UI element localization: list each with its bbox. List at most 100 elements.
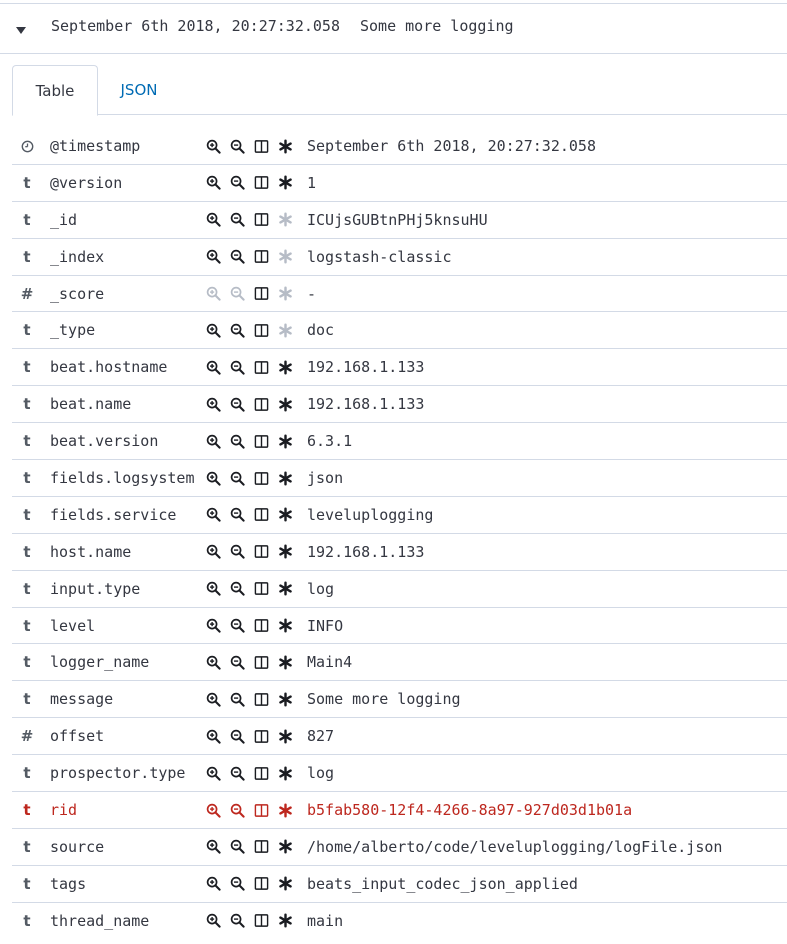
- toggle-column-icon[interactable]: [253, 175, 269, 191]
- filter-out-value-icon[interactable]: [229, 433, 245, 449]
- filter-exists-icon[interactable]: [277, 581, 293, 597]
- filter-exists-icon[interactable]: [277, 544, 293, 560]
- filter-out-value-icon[interactable]: [229, 470, 245, 486]
- filter-for-value-icon[interactable]: [205, 802, 221, 818]
- filter-exists-icon[interactable]: [277, 396, 293, 412]
- toggle-column-icon[interactable]: [253, 507, 269, 523]
- toggle-column-icon[interactable]: [253, 286, 269, 302]
- filter-out-value-icon[interactable]: [229, 544, 245, 560]
- filter-for-value-icon[interactable]: [205, 175, 221, 191]
- toggle-column-icon[interactable]: [253, 212, 269, 228]
- filter-for-value-icon[interactable]: [205, 691, 221, 707]
- toggle-column-icon[interactable]: [253, 433, 269, 449]
- filter-for-value-icon[interactable]: [205, 765, 221, 781]
- filter-exists-icon[interactable]: [277, 913, 293, 929]
- filter-out-value-icon[interactable]: [229, 839, 245, 855]
- filter-out-value-icon[interactable]: [229, 507, 245, 523]
- field-name: level: [50, 616, 96, 635]
- toggle-column-icon[interactable]: [253, 249, 269, 265]
- filter-out-value-icon[interactable]: [229, 728, 245, 744]
- toggle-column-icon[interactable]: [253, 765, 269, 781]
- filter-out-value-icon[interactable]: [229, 286, 245, 302]
- collapse-caret-icon[interactable]: [14, 23, 28, 37]
- toggle-column-icon[interactable]: [253, 839, 269, 855]
- filter-exists-icon[interactable]: [277, 286, 293, 302]
- table-row: t input.type log: [12, 571, 787, 608]
- filter-for-value-icon[interactable]: [205, 286, 221, 302]
- filter-out-value-icon[interactable]: [229, 876, 245, 892]
- filter-for-value-icon[interactable]: [205, 359, 221, 375]
- filter-exists-icon[interactable]: [277, 654, 293, 670]
- table-row: t source/home/alberto/code/leveluplogging…: [12, 829, 787, 866]
- filter-for-value-icon[interactable]: [205, 396, 221, 412]
- toggle-column-icon[interactable]: [253, 691, 269, 707]
- toggle-column-icon[interactable]: [253, 728, 269, 744]
- filter-out-value-icon[interactable]: [229, 359, 245, 375]
- filter-exists-icon[interactable]: [277, 470, 293, 486]
- toggle-column-icon[interactable]: [253, 396, 269, 412]
- filter-out-value-icon[interactable]: [229, 765, 245, 781]
- filter-exists-icon[interactable]: [277, 175, 293, 191]
- toggle-column-icon[interactable]: [253, 876, 269, 892]
- table-row: t rid b5fab580-12f4-4266-8a97-927d03d1b01a: [12, 792, 787, 829]
- filter-exists-icon[interactable]: [277, 618, 293, 634]
- filter-for-value-icon[interactable]: [205, 544, 221, 560]
- filter-out-value-icon[interactable]: [229, 249, 245, 265]
- field-value: September 6th 2018, 20:27:32.058: [307, 137, 596, 155]
- filter-for-value-icon[interactable]: [205, 728, 221, 744]
- toggle-column-icon[interactable]: [253, 470, 269, 486]
- filter-for-value-icon[interactable]: [205, 433, 221, 449]
- filter-for-value-icon[interactable]: [205, 581, 221, 597]
- field-name: offset: [50, 727, 105, 746]
- filter-out-value-icon[interactable]: [229, 618, 245, 634]
- filter-exists-icon[interactable]: [277, 507, 293, 523]
- toggle-column-icon[interactable]: [253, 581, 269, 597]
- filter-for-value-icon[interactable]: [205, 322, 221, 338]
- filter-out-value-icon[interactable]: [229, 175, 245, 191]
- toggle-column-icon[interactable]: [253, 544, 269, 560]
- toggle-column-icon[interactable]: [253, 802, 269, 818]
- filter-out-value-icon[interactable]: [229, 802, 245, 818]
- filter-out-value-icon[interactable]: [229, 396, 245, 412]
- filter-out-value-icon[interactable]: [229, 654, 245, 670]
- toggle-column-icon[interactable]: [253, 913, 269, 929]
- filter-exists-icon[interactable]: [277, 839, 293, 855]
- filter-exists-icon[interactable]: [277, 249, 293, 265]
- filter-for-value-icon[interactable]: [205, 249, 221, 265]
- filter-for-value-icon[interactable]: [205, 138, 221, 154]
- filter-for-value-icon[interactable]: [205, 839, 221, 855]
- filter-exists-icon[interactable]: [277, 322, 293, 338]
- filter-out-value-icon[interactable]: [229, 581, 245, 597]
- filter-exists-icon[interactable]: [277, 876, 293, 892]
- filter-exists-icon[interactable]: [277, 359, 293, 375]
- toggle-column-icon[interactable]: [253, 138, 269, 154]
- filter-for-value-icon[interactable]: [205, 913, 221, 929]
- toggle-column-icon[interactable]: [253, 322, 269, 338]
- filter-exists-icon[interactable]: [277, 433, 293, 449]
- filter-for-value-icon[interactable]: [205, 654, 221, 670]
- tab-table[interactable]: Table: [12, 65, 98, 116]
- filter-exists-icon[interactable]: [277, 728, 293, 744]
- filter-out-value-icon[interactable]: [229, 212, 245, 228]
- filter-for-value-icon[interactable]: [205, 212, 221, 228]
- filter-for-value-icon[interactable]: [205, 876, 221, 892]
- toggle-column-icon[interactable]: [253, 359, 269, 375]
- document-header[interactable]: September 6th 2018, 20:27:32.058 Some mo…: [0, 4, 787, 54]
- toggle-column-icon[interactable]: [253, 654, 269, 670]
- filter-for-value-icon[interactable]: [205, 618, 221, 634]
- filter-exists-icon[interactable]: [277, 765, 293, 781]
- filter-exists-icon[interactable]: [277, 691, 293, 707]
- filter-for-value-icon[interactable]: [205, 507, 221, 523]
- filter-exists-icon[interactable]: [277, 138, 293, 154]
- filter-out-value-icon[interactable]: [229, 138, 245, 154]
- filter-out-value-icon[interactable]: [229, 322, 245, 338]
- table-row: # _score -: [12, 276, 787, 313]
- filter-for-value-icon[interactable]: [205, 470, 221, 486]
- filter-exists-icon[interactable]: [277, 212, 293, 228]
- filter-exists-icon[interactable]: [277, 802, 293, 818]
- tab-json[interactable]: JSON: [100, 65, 178, 115]
- toggle-column-icon[interactable]: [253, 618, 269, 634]
- field-name: @version: [50, 173, 123, 192]
- filter-out-value-icon[interactable]: [229, 691, 245, 707]
- filter-out-value-icon[interactable]: [229, 913, 245, 929]
